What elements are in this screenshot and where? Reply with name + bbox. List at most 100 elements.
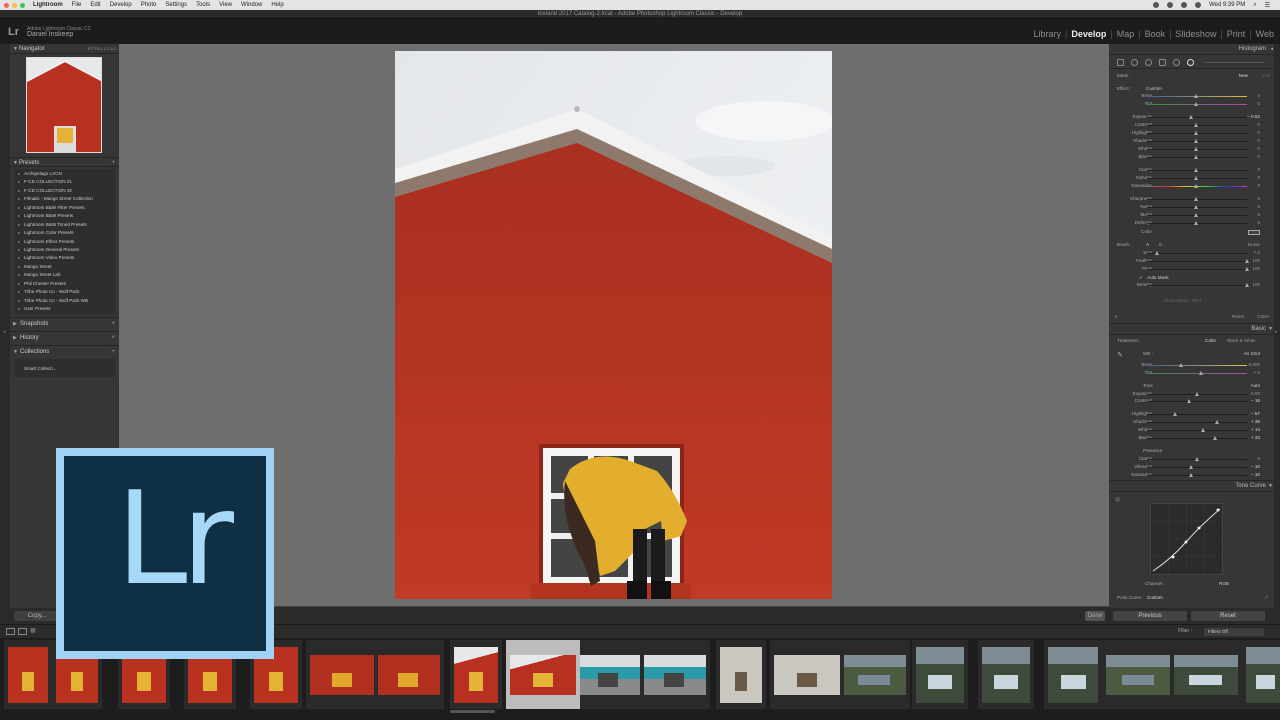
add-snapshot-icon[interactable]: + — [111, 318, 115, 330]
spot-removal-icon[interactable] — [1131, 59, 1138, 66]
filmstrip-thumbnail[interactable] — [716, 640, 766, 709]
tone-highlights-knob[interactable] — [1173, 412, 1177, 416]
menu-develop[interactable]: Develop — [110, 2, 132, 8]
presence-clarity-value[interactable]: 0 — [1257, 456, 1260, 461]
tone-shadows-knob[interactable] — [1215, 420, 1219, 424]
tone-auto-button[interactable]: Auto — [1251, 383, 1260, 388]
auto-mask-label[interactable]: Auto Mask — [1147, 275, 1169, 280]
auto-mask-check-icon[interactable]: ✓ — [1139, 275, 1143, 281]
mask-noise-knob[interactable] — [1194, 205, 1198, 209]
menu-window[interactable]: Window — [241, 2, 262, 8]
preset-folder[interactable]: F-CD COLLECTION 02 — [14, 187, 115, 196]
grid-view-icon[interactable]: ▦ — [30, 628, 39, 635]
zoom-window-icon[interactable] — [20, 2, 25, 8]
collapse-left-icon[interactable]: ◂ — [3, 329, 6, 335]
mask-dehaze-value[interactable]: 0 — [1257, 175, 1260, 180]
preset-folder[interactable]: F-CD COLLECTION 01 — [14, 178, 115, 187]
preset-folder[interactable]: User Presets — [14, 305, 115, 314]
erase-button[interactable]: Erase — [1248, 242, 1260, 247]
volume-icon[interactable] — [1180, 2, 1187, 8]
mask-highlights-knob[interactable] — [1194, 131, 1198, 135]
module-book[interactable]: Book — [1141, 29, 1170, 39]
show-mask-toggle[interactable]: Show Mask : Off ♦ — [1164, 298, 1201, 303]
brush-b-button[interactable]: B — [1159, 242, 1162, 247]
mask-highlights-value[interactable]: 0 — [1257, 130, 1260, 135]
right-panel-edge[interactable]: ▸ — [1274, 44, 1280, 624]
tone-highlights-slider[interactable] — [1147, 414, 1247, 415]
preset-folder[interactable]: Lightroom General Presets — [14, 246, 115, 255]
menu-list-icon[interactable]: ☰ — [1265, 2, 1270, 9]
brush-size-value[interactable]: 7.0 — [1254, 250, 1260, 255]
filter-dropdown[interactable]: Filters Off — [1204, 628, 1264, 636]
menu-view[interactable]: View — [219, 2, 232, 8]
mask-shadows-knob[interactable] — [1194, 139, 1198, 143]
module-web[interactable]: Web — [1252, 29, 1278, 39]
menu-help[interactable]: Help — [271, 2, 283, 8]
brush-flow-slider[interactable] — [1147, 269, 1247, 270]
menubar-clock[interactable]: Wed 9:39 PM — [1209, 2, 1245, 8]
spotlight-icon[interactable]: ⌕ — [1253, 2, 1256, 9]
presets-header[interactable]: ▼ Presets + — [10, 157, 119, 167]
tone-shadows-slider[interactable] — [1147, 422, 1247, 423]
close-window-icon[interactable] — [4, 2, 9, 8]
filmstrip-thumbnail[interactable] — [372, 640, 444, 709]
brush-feather-knob[interactable] — [1245, 259, 1249, 263]
red-eye-icon[interactable] — [1145, 59, 1152, 66]
left-panel-edge[interactable]: ◂ — [0, 44, 10, 624]
mask-saturation-knob[interactable] — [1194, 184, 1198, 188]
minimize-window-icon[interactable] — [12, 2, 17, 8]
preset-folder[interactable]: Lightroom B&W Filter Presets — [14, 204, 115, 213]
mask-shadows-value[interactable]: 0 — [1257, 138, 1260, 143]
treatment-bw-button[interactable]: Black & White — [1227, 338, 1256, 343]
clear-history-icon[interactable]: × — [111, 332, 115, 344]
mask-whites-knob[interactable] — [1194, 147, 1198, 151]
tone-whites-value[interactable]: + 14 — [1251, 427, 1260, 432]
add-preset-icon[interactable]: + — [111, 158, 115, 168]
basic-exposure-knob[interactable] — [1195, 392, 1199, 396]
collections-header[interactable]: ▼ Collections + — [10, 345, 119, 357]
mask-defringe-knob[interactable] — [1194, 221, 1198, 225]
preset-folder[interactable]: Lightroom Effect Presets — [14, 238, 115, 247]
filmstrip-thumbnail[interactable] — [1242, 640, 1280, 709]
module-map[interactable]: Map — [1113, 29, 1139, 39]
density-slider[interactable] — [1147, 285, 1247, 286]
done-button[interactable]: Done — [1085, 611, 1105, 621]
filmstrip-thumbnail[interactable] — [978, 640, 1034, 709]
density-slider-knob[interactable] — [1245, 283, 1249, 287]
basic-temp-knob[interactable] — [1179, 363, 1183, 367]
presence-saturation-knob[interactable] — [1189, 473, 1193, 477]
mask-contrast-knob[interactable] — [1194, 123, 1198, 127]
filmstrip-thumbnail[interactable] — [4, 640, 52, 709]
smart-collection-item[interactable]: Smart Collecti... — [24, 366, 56, 371]
module-develop[interactable]: Develop — [1067, 29, 1110, 39]
effect-dropdown[interactable]: Custom — [1146, 86, 1162, 91]
filmstrip-thumbnail[interactable] — [572, 640, 644, 709]
module-slideshow[interactable]: Slideshow — [1171, 29, 1220, 39]
basic-contrast-knob[interactable] — [1187, 399, 1191, 403]
menu-edit[interactable]: Edit — [90, 2, 100, 8]
collapse-right-icon[interactable]: ▸ — [1275, 329, 1278, 335]
tone-curve-header[interactable]: Tone Curve ▼ — [1109, 481, 1274, 492]
mask-temp-knob[interactable] — [1194, 94, 1198, 98]
reset-button[interactable]: Reset — [1191, 611, 1265, 621]
brush-feather-value[interactable]: 100 — [1252, 258, 1260, 263]
presence-saturation-slider[interactable] — [1147, 475, 1247, 476]
tone-whites-slider[interactable] — [1147, 430, 1247, 431]
mask-new-button[interactable]: New — [1239, 73, 1248, 78]
filmstrip-thumbnail[interactable] — [506, 640, 580, 709]
basic-tint-knob[interactable] — [1199, 371, 1203, 375]
mask-tint-value[interactable]: 0 — [1257, 101, 1260, 106]
mask-temp-value[interactable]: 0 — [1257, 93, 1260, 98]
mask-contrast-value[interactable]: 0 — [1257, 122, 1260, 127]
point-curve-dropdown[interactable]: Custom — [1147, 595, 1163, 600]
brush-a-button[interactable]: A — [1146, 242, 1149, 247]
mask-saturation-value[interactable]: 0 — [1257, 183, 1260, 188]
preset-folder[interactable]: Lightroom B&W Presets — [14, 212, 115, 221]
basic-temp-value[interactable]: 5,800 — [1249, 362, 1261, 367]
histogram-header[interactable]: Histogram ◂ — [1109, 44, 1274, 55]
preset-folder[interactable]: Phil Chester Presets — [14, 280, 115, 289]
secondary-display-icon[interactable] — [18, 628, 27, 635]
navigator-preview[interactable] — [26, 57, 102, 153]
filmstrip-scrollbar[interactable] — [450, 710, 495, 713]
preset-folder[interactable]: Lightroom Video Presets — [14, 254, 115, 263]
